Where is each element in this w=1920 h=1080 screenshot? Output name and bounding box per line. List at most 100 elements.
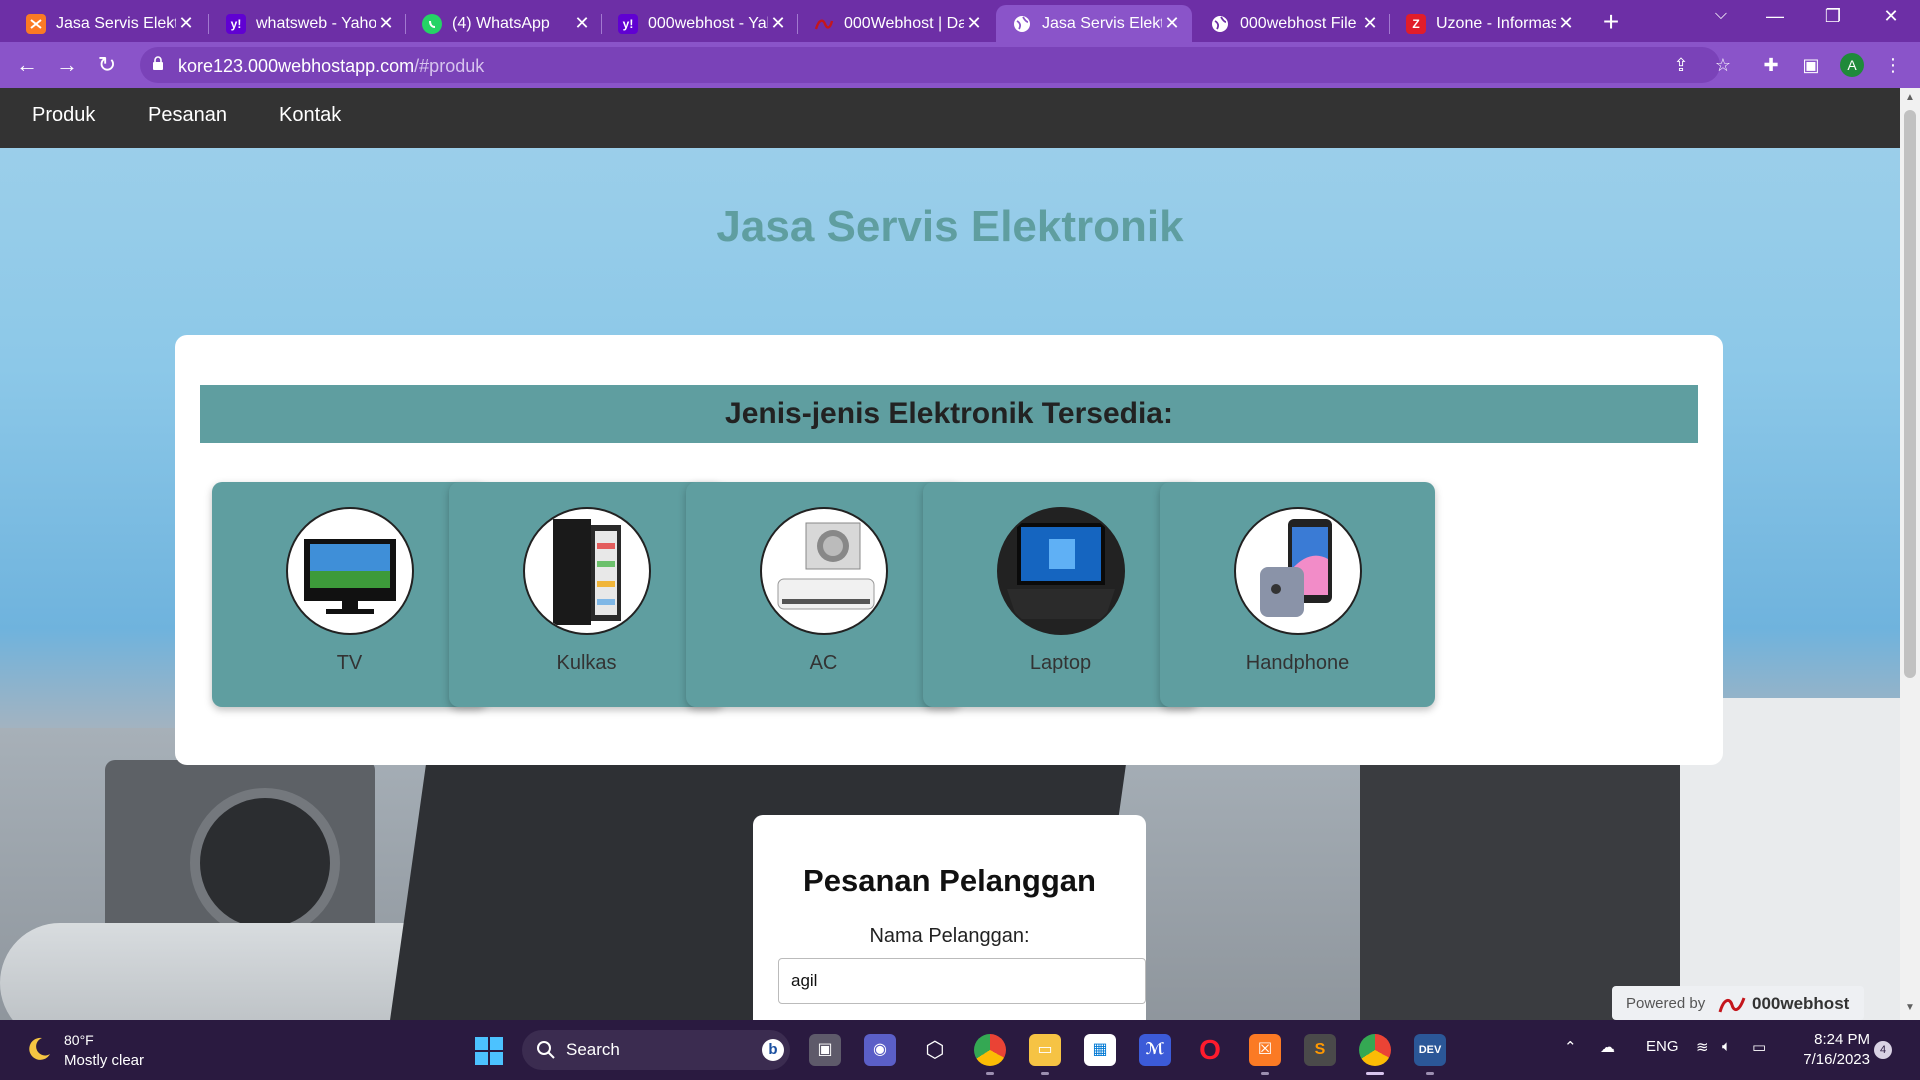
weather-temperature[interactable]: 80°F [64,1032,94,1048]
nav-link-pesanan[interactable]: Pesanan [148,104,227,127]
tab-title: (4) WhatsApp [452,14,550,32]
close-tab-icon[interactable]: ✕ [1162,13,1182,34]
notification-badge[interactable]: 4 [1874,1041,1892,1059]
chrome-profile-icon[interactable] [1359,1034,1391,1066]
url-text: kore123.000webhostapp.com/#produk [178,56,485,76]
products-section: Jenis-jenis Elektronik Tersedia: TV Kulk… [175,335,1723,765]
opera-icon[interactable]: O [1194,1034,1226,1066]
dev-cpp-icon[interactable]: DEV [1414,1034,1446,1066]
forward-button[interactable]: → [52,50,82,80]
scroll-up-icon[interactable]: ▲ [1905,92,1915,103]
tab-title: 000webhost - Yahoo Search [648,14,768,32]
input-language[interactable]: ENG [1646,1038,1679,1055]
onedrive-cloud-icon[interactable]: ☁ [1600,1038,1615,1056]
browser-tab[interactable]: 000webhost File Manager ✕ [1194,5,1390,42]
powered-by-badge[interactable]: Powered by 000webhost [1612,986,1864,1020]
close-tab-icon[interactable]: ✕ [1556,13,1576,34]
chrome-icon[interactable] [974,1034,1006,1066]
globe-icon [1210,14,1230,34]
bookmark-star-icon[interactable]: ☆ [1708,50,1738,80]
tray-chevron-up-icon[interactable]: ⌃ [1564,1038,1577,1056]
tab-title: Jasa Servis Elektronik [56,14,176,32]
tab-title: 000Webhost | Dashboard [844,14,964,32]
customer-name-input[interactable]: agil [778,958,1146,1004]
bing-icon[interactable]: b [762,1039,784,1061]
product-label: TV [336,652,363,674]
tab-search-chevron-icon[interactable]: ⌵ [1706,6,1736,24]
nav-link-kontak[interactable]: Kontak [279,104,341,127]
xampp-taskbar-icon[interactable]: ☒ [1249,1034,1281,1066]
minimize-button[interactable]: — [1760,6,1790,27]
browser-tab[interactable]: Jasa Servis Elektronik ✕ [10,5,206,42]
share-icon[interactable]: ⇪ [1666,50,1696,80]
air-conditioner-icon [760,507,888,635]
microsoft-store-icon[interactable]: ▦ [1084,1034,1116,1066]
moon-weather-icon[interactable] [24,1034,54,1064]
wifi-icon[interactable]: ≋ [1696,1038,1709,1056]
product-card-tv[interactable]: TV [212,482,487,707]
product-card-handphone[interactable]: Handphone [1160,482,1435,707]
side-panel-icon[interactable]: ▣ [1796,50,1826,80]
battery-icon[interactable]: ▭ [1752,1038,1766,1056]
000webhost-icon [814,14,834,34]
back-button[interactable]: ← [12,50,42,80]
yahoo-icon: y! [226,13,246,34]
profile-avatar[interactable]: A [1840,53,1864,77]
reload-button[interactable]: ↻ [92,50,122,80]
scroll-down-icon[interactable]: ▼ [1905,1002,1915,1013]
smartphone-icon [1234,507,1362,635]
taskbar-search[interactable]: Search b [522,1030,790,1070]
close-tab-icon[interactable]: ✕ [376,13,396,34]
product-card-laptop[interactable]: Laptop [923,482,1198,707]
product-label: Kulkas [556,652,617,674]
browser-tab[interactable]: y! 000webhost - Yahoo Search ✕ [602,5,798,42]
browser-tab[interactable]: Z Uzone - Informasi ✕ [1390,5,1586,42]
close-tab-icon[interactable]: ✕ [1360,13,1380,34]
visual-studio-icon[interactable]: ℳ [1139,1034,1171,1066]
close-tab-icon[interactable]: ✕ [572,13,592,34]
restore-button[interactable]: ❐ [1818,6,1848,27]
close-tab-icon[interactable]: ✕ [964,13,984,34]
app-hexagon-icon[interactable]: ⬡ [919,1034,951,1066]
extensions-puzzle-icon[interactable]: ✚ [1756,50,1786,80]
tv-icon [286,507,414,635]
powered-by-text: Powered by [1626,995,1706,1012]
browser-toolbar: ← → ↻ kore123.000webhostapp.com/#produk … [0,42,1920,88]
scrollbar-thumb[interactable] [1904,110,1916,678]
close-tab-icon[interactable]: ✕ [176,13,196,34]
product-card-ac[interactable]: AC [686,482,961,707]
order-title: Pesanan Pelanggan [803,863,1096,898]
xampp-icon [26,13,46,34]
address-bar[interactable]: kore123.000webhostapp.com/#produk [140,47,1720,83]
powered-by-brand: 000webhost [1752,994,1850,1013]
task-view-icon[interactable]: ▣ [809,1034,841,1066]
browser-tab[interactable]: (4) WhatsApp ✕ [406,5,602,42]
system-clock[interactable]: 8:24 PM 7/16/2023 [1790,1030,1870,1070]
browser-tab[interactable]: 000Webhost | Dashboard ✕ [798,5,994,42]
browser-tab-active[interactable]: Jasa Servis Elektronik ✕ [996,5,1192,42]
search-icon [537,1041,555,1059]
close-tab-icon[interactable]: ✕ [768,13,788,34]
search-placeholder: Search [566,1040,620,1059]
product-label: Handphone [1245,652,1350,674]
volume-icon[interactable]: 🔈︎ [1722,1038,1731,1055]
product-card-kulkas[interactable]: Kulkas [449,482,724,707]
teams-chat-icon[interactable]: ◉ [864,1034,896,1066]
tab-title: Uzone - Informasi [1436,14,1556,32]
new-tab-button[interactable]: + [1596,8,1626,38]
windows-start-icon[interactable] [474,1036,504,1066]
file-explorer-icon[interactable]: ▭ [1029,1034,1061,1066]
nav-link-produk[interactable]: Produk [32,104,95,127]
menu-kebab-icon[interactable]: ⋮ [1878,50,1908,80]
browser-tab[interactable]: y! whatsweb - Yahoo Search ✕ [210,5,406,42]
tab-title: whatsweb - Yahoo Search [256,14,376,32]
sublime-text-icon[interactable]: S [1304,1034,1336,1066]
laptop-icon [997,507,1125,635]
close-window-button[interactable]: ✕ [1876,6,1906,27]
weather-description[interactable]: Mostly clear [64,1052,144,1069]
page-scrollbar[interactable]: ▲ ▼ [1900,88,1920,1020]
web-page: Produk Pesanan Kontak Jasa Servis Elektr… [0,88,1900,1020]
browser-tab-strip: Jasa Servis Elektronik ✕ y! whatsweb - Y… [0,0,1920,42]
background-screen [1360,748,1680,1020]
lock-icon[interactable] [152,56,164,70]
